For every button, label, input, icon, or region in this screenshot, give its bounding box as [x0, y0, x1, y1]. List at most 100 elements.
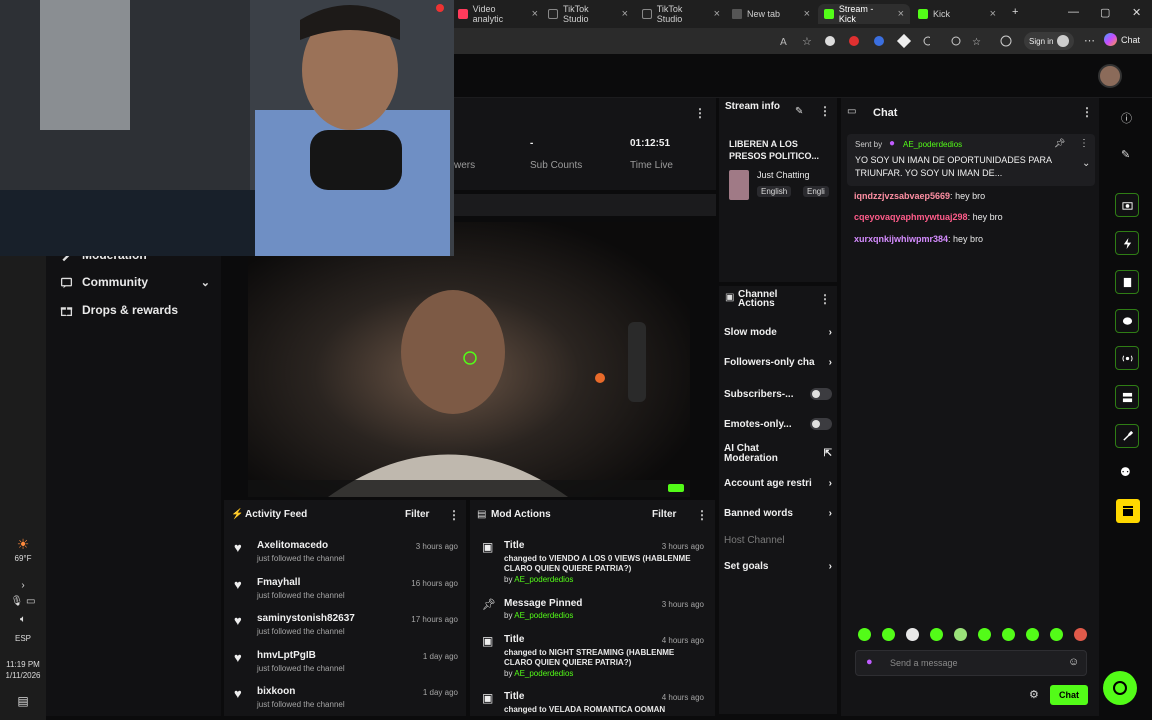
expand-pinned-icon[interactable]: ⌄: [1082, 158, 1090, 169]
set-goals-action[interactable]: Set goals ›: [724, 561, 832, 572]
channel-actions-icon: ▣: [725, 292, 735, 303]
webcam-feed: [0, 0, 454, 256]
chat-settings-icon[interactable]: ⚙: [1029, 688, 1039, 701]
banned-words-action[interactable]: Banned words ›: [724, 508, 832, 519]
slow-mode-action[interactable]: Slow mode ›: [724, 327, 832, 338]
mic-icon[interactable]: 🎙︎ ▭: [0, 596, 46, 607]
close-tab-icon[interactable]: ×: [622, 8, 628, 20]
maximize-button[interactable]: ▢: [1100, 6, 1110, 19]
subscribers-only-toggle[interactable]: [810, 388, 832, 400]
minimize-button[interactable]: —: [1068, 6, 1079, 18]
emote-icon[interactable]: [858, 628, 871, 641]
clock-date[interactable]: 1/11/2026: [0, 671, 46, 680]
emote-icon[interactable]: [954, 628, 967, 641]
emote-icon[interactable]: [882, 628, 895, 641]
rail-button-notes[interactable]: [1115, 270, 1139, 294]
rail-button-tools[interactable]: [1115, 424, 1139, 448]
tab-video-analytics[interactable]: Video analytic ×: [452, 4, 544, 24]
pin-icon[interactable]: 📌︎: [1054, 138, 1065, 149]
chat-send-button[interactable]: Chat: [1050, 685, 1088, 705]
pinned-menu-icon[interactable]: ⋮: [1079, 138, 1089, 149]
new-tab-button[interactable]: +: [1012, 6, 1018, 18]
heart-icon: ♥: [234, 613, 242, 628]
stats-menu-icon[interactable]: ⋮: [694, 106, 706, 120]
rail-button-chat[interactable]: [1115, 309, 1139, 333]
activity-filter-button[interactable]: Filter: [405, 509, 429, 520]
toolbar-icons[interactable]: ☆: [950, 34, 1020, 48]
chevron-right-icon[interactable]: ›: [0, 580, 46, 591]
emotes-only-toggle[interactable]: [810, 418, 832, 430]
activity-feed-menu-icon[interactable]: ⋮: [448, 508, 460, 522]
floating-chat-button[interactable]: [1103, 671, 1137, 705]
share-icon[interactable]: ⚉: [1120, 465, 1131, 479]
tab-tiktok-studio-2[interactable]: TikTok Studio ×: [636, 4, 726, 24]
account-age-action[interactable]: Account age restri ›: [724, 478, 832, 489]
emote-icon[interactable]: [930, 628, 943, 641]
mod-actions-filter-button[interactable]: Filter: [652, 509, 676, 520]
emoji-picker-icon[interactable]: ☺: [1068, 656, 1079, 668]
rail-button-lightning[interactable]: [1115, 231, 1139, 255]
channel-actions-menu-icon[interactable]: ⋮: [819, 292, 831, 306]
close-tab-icon[interactable]: ×: [990, 8, 996, 20]
list-item: ♥ Fmayhall just followed the channel 16 …: [234, 577, 458, 600]
stream-info-menu-icon[interactable]: ⋮: [819, 104, 831, 118]
list-item: ♥ saminystonish82637 just followed the c…: [234, 613, 458, 636]
tab-new-tab[interactable]: New tab ×: [726, 4, 816, 24]
mod-actions-title: Mod Actions: [491, 509, 551, 520]
followers-only-action[interactable]: Followers-only cha ›: [724, 357, 832, 368]
sidebar-item-community[interactable]: Community ⌄: [60, 275, 210, 289]
chat-menu-icon[interactable]: ⋮: [1081, 105, 1093, 119]
rail-button-broadcast[interactable]: [1115, 346, 1139, 370]
ai-chat-moderation-action[interactable]: AI Chat Moderation ⇱: [724, 444, 832, 464]
tab-kick[interactable]: Kick ×: [912, 4, 1002, 24]
mod-actions-menu-icon[interactable]: ⋮: [696, 508, 708, 522]
browser-menu-icon[interactable]: ⋯: [1084, 34, 1095, 47]
close-tab-icon[interactable]: ×: [898, 8, 904, 20]
chat-input[interactable]: ● Send a message ☺: [855, 650, 1087, 676]
tiktok-favicon-icon: [458, 9, 468, 19]
emotes-only-action[interactable]: Emotes-only...: [724, 418, 832, 430]
list-item: ♥ Axelitomacedo just followed the channe…: [234, 540, 458, 563]
emote-icon[interactable]: [1074, 628, 1087, 641]
sidebar-item-drops-rewards[interactable]: Drops & rewards: [60, 303, 178, 317]
user-avatar[interactable]: [1098, 64, 1122, 88]
rail-button-layout[interactable]: [1115, 385, 1139, 409]
emote-icon[interactable]: [1050, 628, 1063, 641]
emote-icon[interactable]: [978, 628, 991, 641]
emote-icon[interactable]: [1002, 628, 1015, 641]
language-indicator[interactable]: ESP: [0, 634, 46, 643]
rail-button-camera[interactable]: [1115, 193, 1139, 217]
list-item: 📌︎ Message Pinned by AE_poderdedios 3 ho…: [482, 598, 704, 620]
close-tab-icon[interactable]: ×: [714, 8, 720, 20]
close-tab-icon[interactable]: ×: [804, 8, 810, 20]
close-window-button[interactable]: ✕: [1132, 6, 1141, 19]
subscribers-only-action[interactable]: Subscribers-...: [724, 388, 832, 400]
info-icon[interactable]: ⓘ: [1121, 110, 1132, 126]
broadcast-icon: [1121, 354, 1133, 362]
list-item: ♥ hmvLptPgIB just followed the channel 1…: [234, 650, 458, 673]
heart-icon: ♥: [234, 686, 242, 701]
tab-stream-kick[interactable]: Stream - Kick ×: [818, 4, 910, 24]
pencil-icon[interactable]: ✎: [1121, 148, 1130, 161]
close-tab-icon[interactable]: ×: [532, 8, 538, 20]
clock-time[interactable]: 11:19 PM: [0, 660, 46, 669]
emote-icon[interactable]: [1026, 628, 1039, 641]
sign-in-button[interactable]: Sign in: [1024, 32, 1074, 50]
clapper-button[interactable]: [1116, 499, 1140, 523]
kick-favicon-icon: [918, 9, 928, 19]
stream-preview[interactable]: [248, 222, 690, 497]
edit-stream-info-icon[interactable]: ✎: [795, 106, 803, 117]
clapperboard-icon: [1123, 506, 1133, 516]
pinned-message[interactable]: Sent by ● AE_poderdedios 📌︎ ⋮ YO SOY UN …: [847, 134, 1095, 186]
volume-icon[interactable]: 🔈︎: [0, 614, 46, 625]
tab-tiktok-studio-1[interactable]: TikTok Studio ×: [542, 4, 634, 24]
chevron-right-icon: ›: [828, 327, 832, 338]
svg-text:☆: ☆: [972, 37, 981, 48]
user-icon: ▣: [482, 634, 494, 648]
extension-icons[interactable]: A ☆: [780, 34, 930, 48]
list-item: ▣ Title changed to VELADA ROMANTICA OOMA…: [482, 691, 704, 714]
notifications-icon[interactable]: ▤: [0, 694, 46, 708]
emote-icon[interactable]: [906, 628, 919, 641]
copilot-chat-button[interactable]: Chat: [1104, 33, 1140, 46]
category-label: Just Chatting: [757, 170, 810, 180]
